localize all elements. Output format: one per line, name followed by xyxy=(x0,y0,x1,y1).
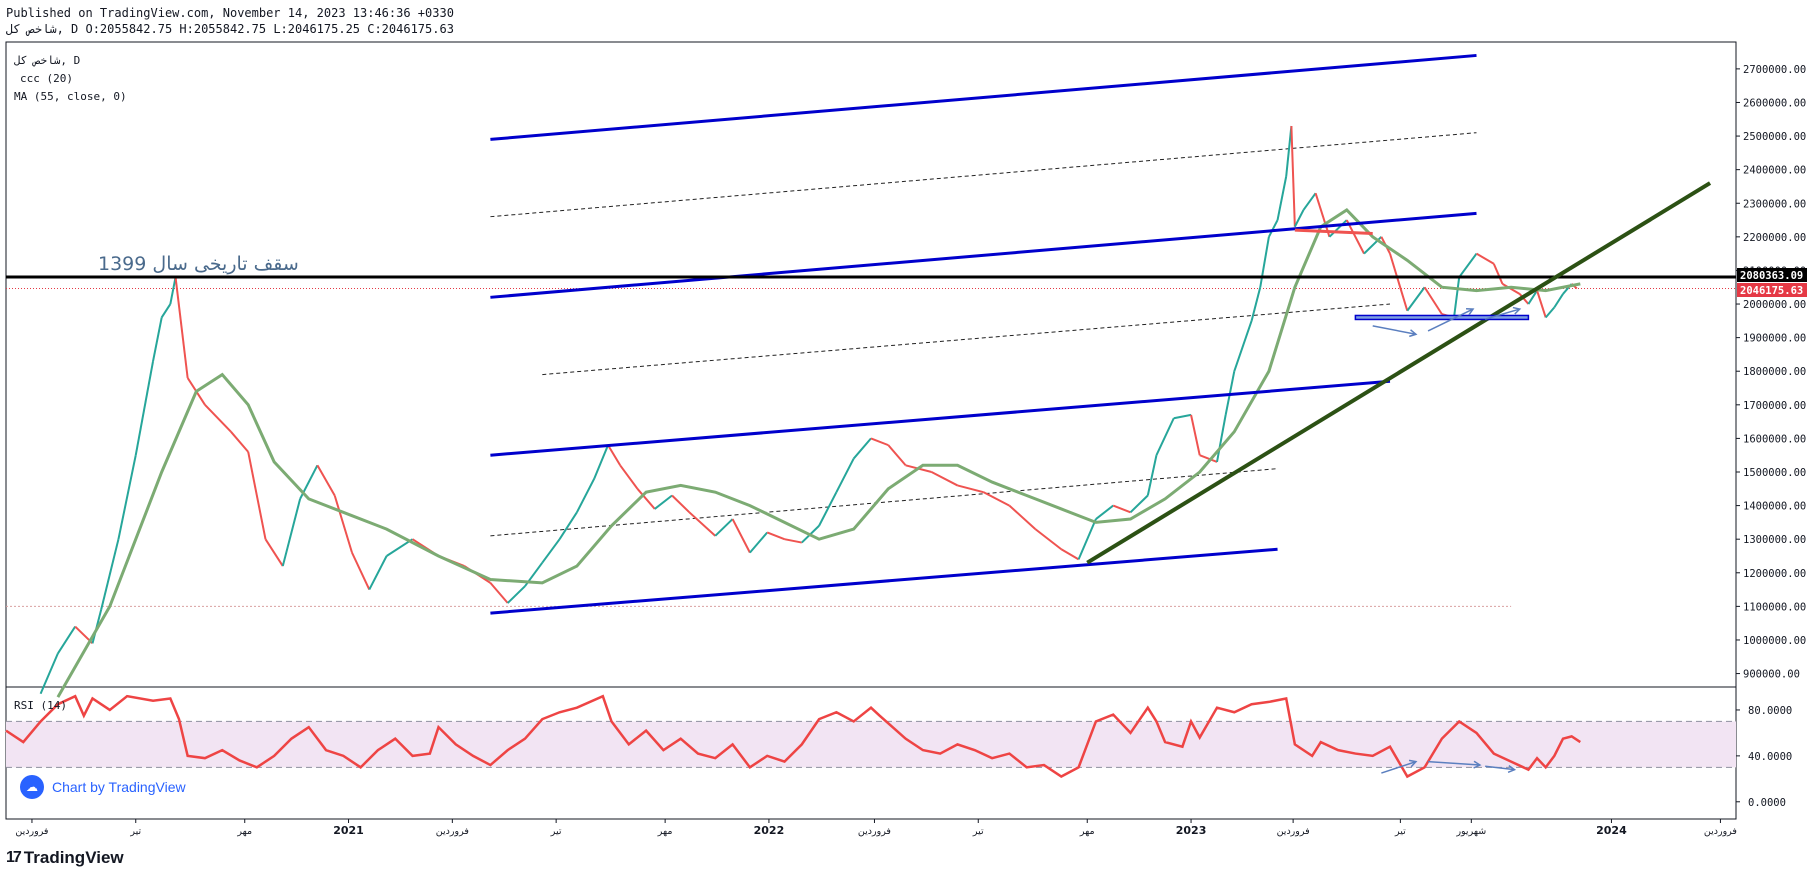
badge-label: Chart by TradingView xyxy=(52,779,186,795)
legend-symbol: شاخص کل, D xyxy=(14,54,80,67)
legend-indicator-2: MA (55, close, 0) xyxy=(14,90,127,103)
tradingview-cloud-icon: ☁ xyxy=(20,775,44,799)
legend-indicator-1: ccc (20) xyxy=(20,72,73,85)
time-axis-label: فروردین xyxy=(436,826,469,837)
chart-canvas[interactable]: 2700000.00 2600000.00 2500000.00 2400000.00… xyxy=(0,0,1814,875)
tradingview-badge[interactable]: ☁ Chart by TradingView xyxy=(20,775,220,799)
price-axis-tick: 2300000.00 xyxy=(1743,198,1806,210)
time-axis-label: شهریور xyxy=(1455,826,1486,837)
rsi-axis-tick: 0.0000 xyxy=(1748,797,1786,809)
tradingview-logo-icon: 17 xyxy=(6,849,22,866)
price-axis-tick: 1700000.00 xyxy=(1743,400,1806,412)
price-axis-tick: 1800000.00 xyxy=(1743,366,1806,378)
time-axis-label: 2022 xyxy=(754,824,785,837)
price-axis-tick: 1300000.00 xyxy=(1743,534,1806,546)
price-axis-tick: 2500000.00 xyxy=(1743,131,1806,143)
time-axis-label: 2023 xyxy=(1176,824,1207,837)
time-axis-label: 2024 xyxy=(1596,824,1627,837)
time-axis-label: 2021 xyxy=(333,824,364,837)
last-price-tag: 2046175.63 xyxy=(1740,285,1803,297)
time-axis-label: مهر xyxy=(236,826,252,837)
price-axis-tick: 1200000.00 xyxy=(1743,568,1806,580)
price-axis-tick: 1400000.00 xyxy=(1743,501,1806,513)
time-axis-label: تیر xyxy=(972,826,984,837)
price-pane-frame xyxy=(5,41,1737,688)
price-axis-tick: 1900000.00 xyxy=(1743,333,1806,345)
time-axis-label: مهر xyxy=(1079,826,1095,837)
time-axis-label: تیر xyxy=(550,826,562,837)
legend-rsi: RSI (14) xyxy=(14,699,67,712)
black-line-price-tag: 2080363.09 xyxy=(1740,270,1803,282)
price-axis-tick: 2600000.00 xyxy=(1743,97,1806,109)
support-box[interactable] xyxy=(1354,314,1530,321)
price-axis-tick: 1100000.00 xyxy=(1743,601,1806,613)
time-axis-label: مهر xyxy=(657,826,673,837)
time-axis-label: فروردین xyxy=(1277,826,1310,837)
price-axis-tick: 1600000.00 xyxy=(1743,433,1806,445)
time-axis-label: فروردین xyxy=(1704,826,1737,837)
price-axis-tick: 1000000.00 xyxy=(1743,635,1806,647)
price-axis-tick: 2200000.00 xyxy=(1743,232,1806,244)
time-axis-label: تیر xyxy=(129,826,141,837)
time-axis-label: فروردین xyxy=(15,826,48,837)
historical-top-annotation: سقف تاریخی سال 1399 xyxy=(98,253,299,275)
price-axis-tick: 1500000.00 xyxy=(1743,467,1806,479)
rsi-axis-tick: 80.0000 xyxy=(1748,705,1792,717)
tradingview-footer-logo[interactable]: 17 TradingView xyxy=(6,848,124,868)
time-axis-label: تیر xyxy=(1394,826,1406,837)
rsi-axis-tick: 40.0000 xyxy=(1748,751,1792,763)
footer-brand: TradingView xyxy=(23,848,124,867)
price-axis-tick: 900000.00 xyxy=(1743,669,1800,681)
price-axis-tick: 2000000.00 xyxy=(1743,299,1806,311)
price-axis-tick: 2700000.00 xyxy=(1743,64,1806,76)
time-axis-label: فروردین xyxy=(858,826,891,837)
price-axis-tick: 2400000.00 xyxy=(1743,165,1806,177)
